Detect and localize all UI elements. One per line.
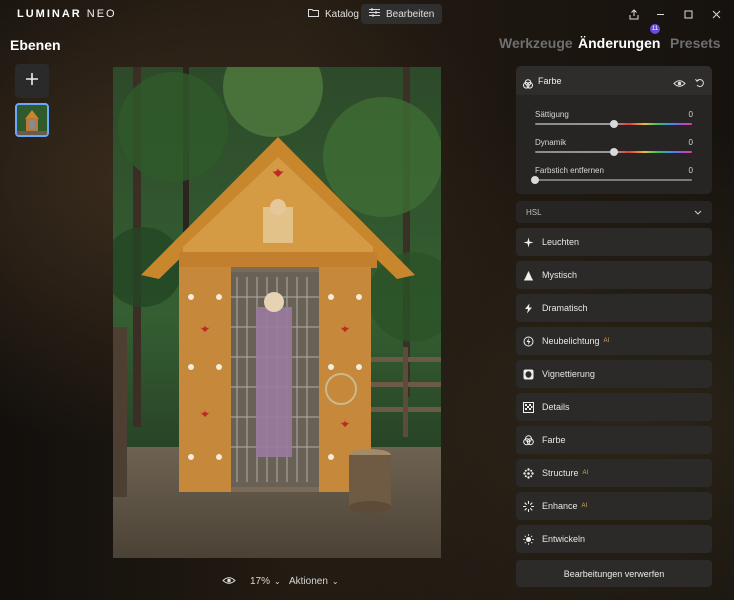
- hsl-label: HSL: [526, 207, 542, 217]
- ai-badge: AI: [603, 338, 610, 344]
- katalog-label: Katalog: [325, 8, 359, 20]
- layers-title: Ebenen: [10, 37, 61, 53]
- lightning-icon: [522, 302, 534, 314]
- maximize-icon[interactable]: [680, 6, 696, 22]
- vignette-icon: [522, 368, 534, 380]
- tool-label: Structure: [542, 468, 579, 478]
- farbstich-slider[interactable]: [535, 179, 692, 181]
- saettigung-label: Sättigung: [535, 110, 569, 119]
- layer-thumbnail[interactable]: [15, 103, 49, 137]
- zoom-dropdown[interactable]: 17% ⌄: [250, 576, 281, 587]
- sliders-icon: [369, 8, 380, 20]
- share-icon[interactable]: [626, 6, 642, 22]
- tool-label: Leuchten: [542, 237, 580, 247]
- structure-icon: [522, 467, 534, 479]
- sun-icon: [522, 533, 534, 545]
- tool-label: Entwickeln: [542, 534, 586, 544]
- farbstich-label: Farbstich entfernen: [535, 166, 604, 175]
- dynamik-slider-handle[interactable]: [609, 148, 618, 156]
- dynamik-label: Dynamik: [535, 138, 567, 147]
- tool-label: Enhance: [542, 501, 578, 511]
- farbe-panel-title: Farbe: [538, 76, 562, 86]
- reset-icon[interactable]: [695, 75, 705, 93]
- saettigung-slider-handle[interactable]: [609, 120, 618, 128]
- katalog-button[interactable]: Katalog: [300, 4, 367, 24]
- chevron-down-icon: ⌄: [274, 577, 281, 586]
- actions-dropdown[interactable]: Aktionen ⌄: [289, 576, 339, 587]
- bearbeiten-label: Bearbeiten: [386, 8, 435, 20]
- color-icon: [523, 76, 533, 94]
- eye-toggle[interactable]: [222, 576, 236, 588]
- sparkle-icon: [522, 236, 534, 248]
- details-icon: [522, 401, 534, 413]
- tool-leuchten[interactable]: Leuchten: [516, 228, 712, 256]
- farbstich-slider-handle[interactable]: [531, 176, 539, 184]
- tool-neubelichtung[interactable]: Neubelichtung AI: [516, 327, 712, 355]
- enhance-icon: [522, 500, 534, 512]
- tool-dramatisch[interactable]: Dramatisch: [516, 294, 712, 322]
- zoom-value: 17%: [250, 576, 271, 587]
- ai-badge: AI: [582, 470, 589, 476]
- ai-badge: AI: [581, 503, 588, 509]
- title-bar: LUMINAR NEO Katalog Bearbeiten: [0, 0, 734, 28]
- tool-details[interactable]: Details: [516, 393, 712, 421]
- dynamik-value: 0: [688, 138, 693, 147]
- tool-label: Dramatisch: [542, 303, 588, 313]
- tool-structure[interactable]: Structure AI: [516, 459, 712, 487]
- farbstich-value: 0: [688, 166, 693, 175]
- changes-count-badge: 11: [650, 24, 660, 34]
- close-icon[interactable]: [708, 6, 724, 22]
- tool-entwickeln[interactable]: Entwickeln: [516, 525, 712, 553]
- color-icon: [522, 434, 534, 446]
- tool-enhance[interactable]: Enhance AI: [516, 492, 712, 520]
- chevron-down-icon: ⌄: [331, 577, 339, 586]
- tool-label: Vignettierung: [542, 369, 595, 379]
- tool-label: Neubelichtung: [542, 336, 600, 346]
- tab-werkzeuge[interactable]: Werkzeuge: [499, 35, 573, 51]
- tool-vignettierung[interactable]: Vignettierung: [516, 360, 712, 388]
- hsl-section[interactable]: HSL: [516, 201, 712, 223]
- app-logo: LUMINAR NEO: [17, 8, 117, 20]
- saettigung-value: 0: [688, 110, 693, 119]
- photo-canvas[interactable]: [113, 67, 441, 558]
- tool-mystisch[interactable]: Mystisch: [516, 261, 712, 289]
- farbe-panel: Farbe Sättigung 0 Dynamik 0 Farbstich en…: [516, 66, 712, 194]
- tool-label: Farbe: [542, 435, 566, 445]
- tool-label: Details: [542, 402, 570, 412]
- plus-icon: [25, 72, 39, 91]
- tab-presets[interactable]: Presets: [670, 35, 721, 51]
- actions-label: Aktionen: [289, 576, 328, 587]
- relight-icon: [522, 335, 534, 347]
- eye-icon[interactable]: [673, 75, 686, 93]
- tool-farbe[interactable]: Farbe: [516, 426, 712, 454]
- folder-icon: [308, 8, 319, 20]
- chevron-down-icon: [694, 207, 702, 217]
- eye-icon: [222, 576, 236, 588]
- bearbeiten-button[interactable]: Bearbeiten: [361, 4, 443, 24]
- discard-edits-button[interactable]: Bearbeitungen verwerfen: [516, 560, 712, 587]
- add-layer-button[interactable]: [15, 64, 49, 98]
- minimize-icon[interactable]: [652, 6, 668, 22]
- mystic-icon: [522, 269, 534, 281]
- tool-label: Mystisch: [542, 270, 578, 280]
- photo-image: [113, 67, 441, 558]
- tab-aenderungen[interactable]: Änderungen: [578, 35, 660, 51]
